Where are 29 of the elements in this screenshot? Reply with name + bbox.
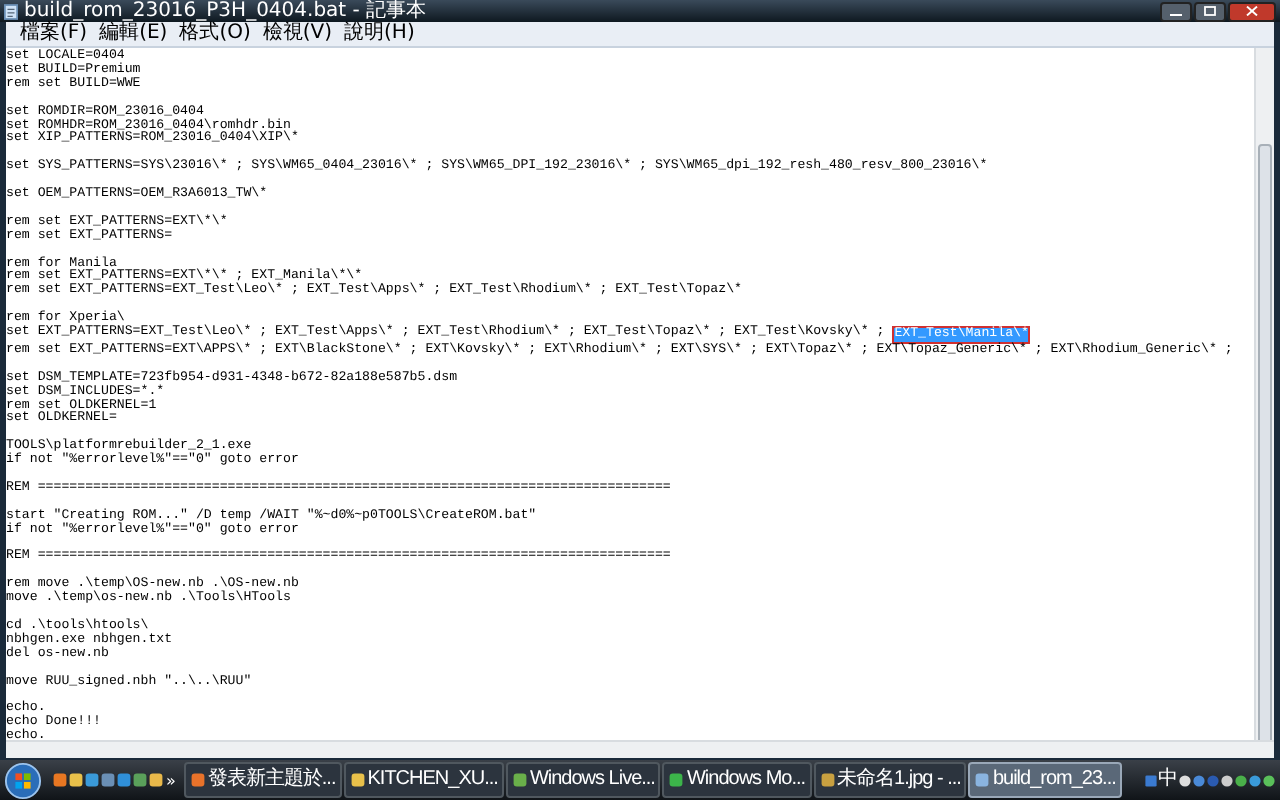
window-title: build_rom_23016_P3H_0404.bat - 記事本 bbox=[24, 0, 427, 22]
start-button[interactable] bbox=[4, 761, 42, 799]
maximize-icon bbox=[1204, 6, 1216, 16]
app-icon bbox=[511, 772, 528, 788]
close-icon bbox=[1246, 6, 1258, 16]
app-icon bbox=[189, 772, 206, 788]
app-icon bbox=[819, 772, 836, 788]
menu-item[interactable]: 檢視(V) bbox=[256, 22, 339, 46]
minimize-button[interactable] bbox=[1160, 1, 1192, 21]
app-icon bbox=[668, 772, 685, 788]
app-icon bbox=[349, 772, 366, 788]
close-button[interactable] bbox=[1228, 1, 1276, 21]
app-icon bbox=[974, 772, 991, 788]
menu-item[interactable]: 說明(H) bbox=[338, 22, 421, 46]
vertical-scrollbar[interactable] bbox=[1254, 48, 1274, 740]
taskbar-button[interactable]: 未命名1.jpg - ... bbox=[813, 762, 967, 798]
taskbar-button[interactable]: build_rom_23... bbox=[968, 762, 1122, 798]
menu-item[interactable]: 格式(O) bbox=[173, 22, 257, 46]
more-button[interactable]: » bbox=[164, 771, 178, 789]
maximize-button[interactable] bbox=[1194, 1, 1226, 21]
input-language-indicator[interactable]: 中 bbox=[1158, 768, 1178, 792]
taskbar-button[interactable]: 發表新主題於... bbox=[183, 762, 342, 798]
taskbar-button[interactable]: Windows Live... bbox=[505, 762, 661, 798]
menu-item[interactable]: 檔案(F) bbox=[14, 22, 94, 46]
taskbar-button[interactable]: KITCHEN_XU... bbox=[343, 762, 504, 798]
taskbar-button[interactable]: Windows Mo... bbox=[662, 762, 812, 798]
horizontal-scrollbar[interactable] bbox=[6, 740, 1274, 758]
menu-item[interactable]: 編輯(E) bbox=[93, 22, 174, 46]
notepad-icon bbox=[4, 3, 18, 19]
